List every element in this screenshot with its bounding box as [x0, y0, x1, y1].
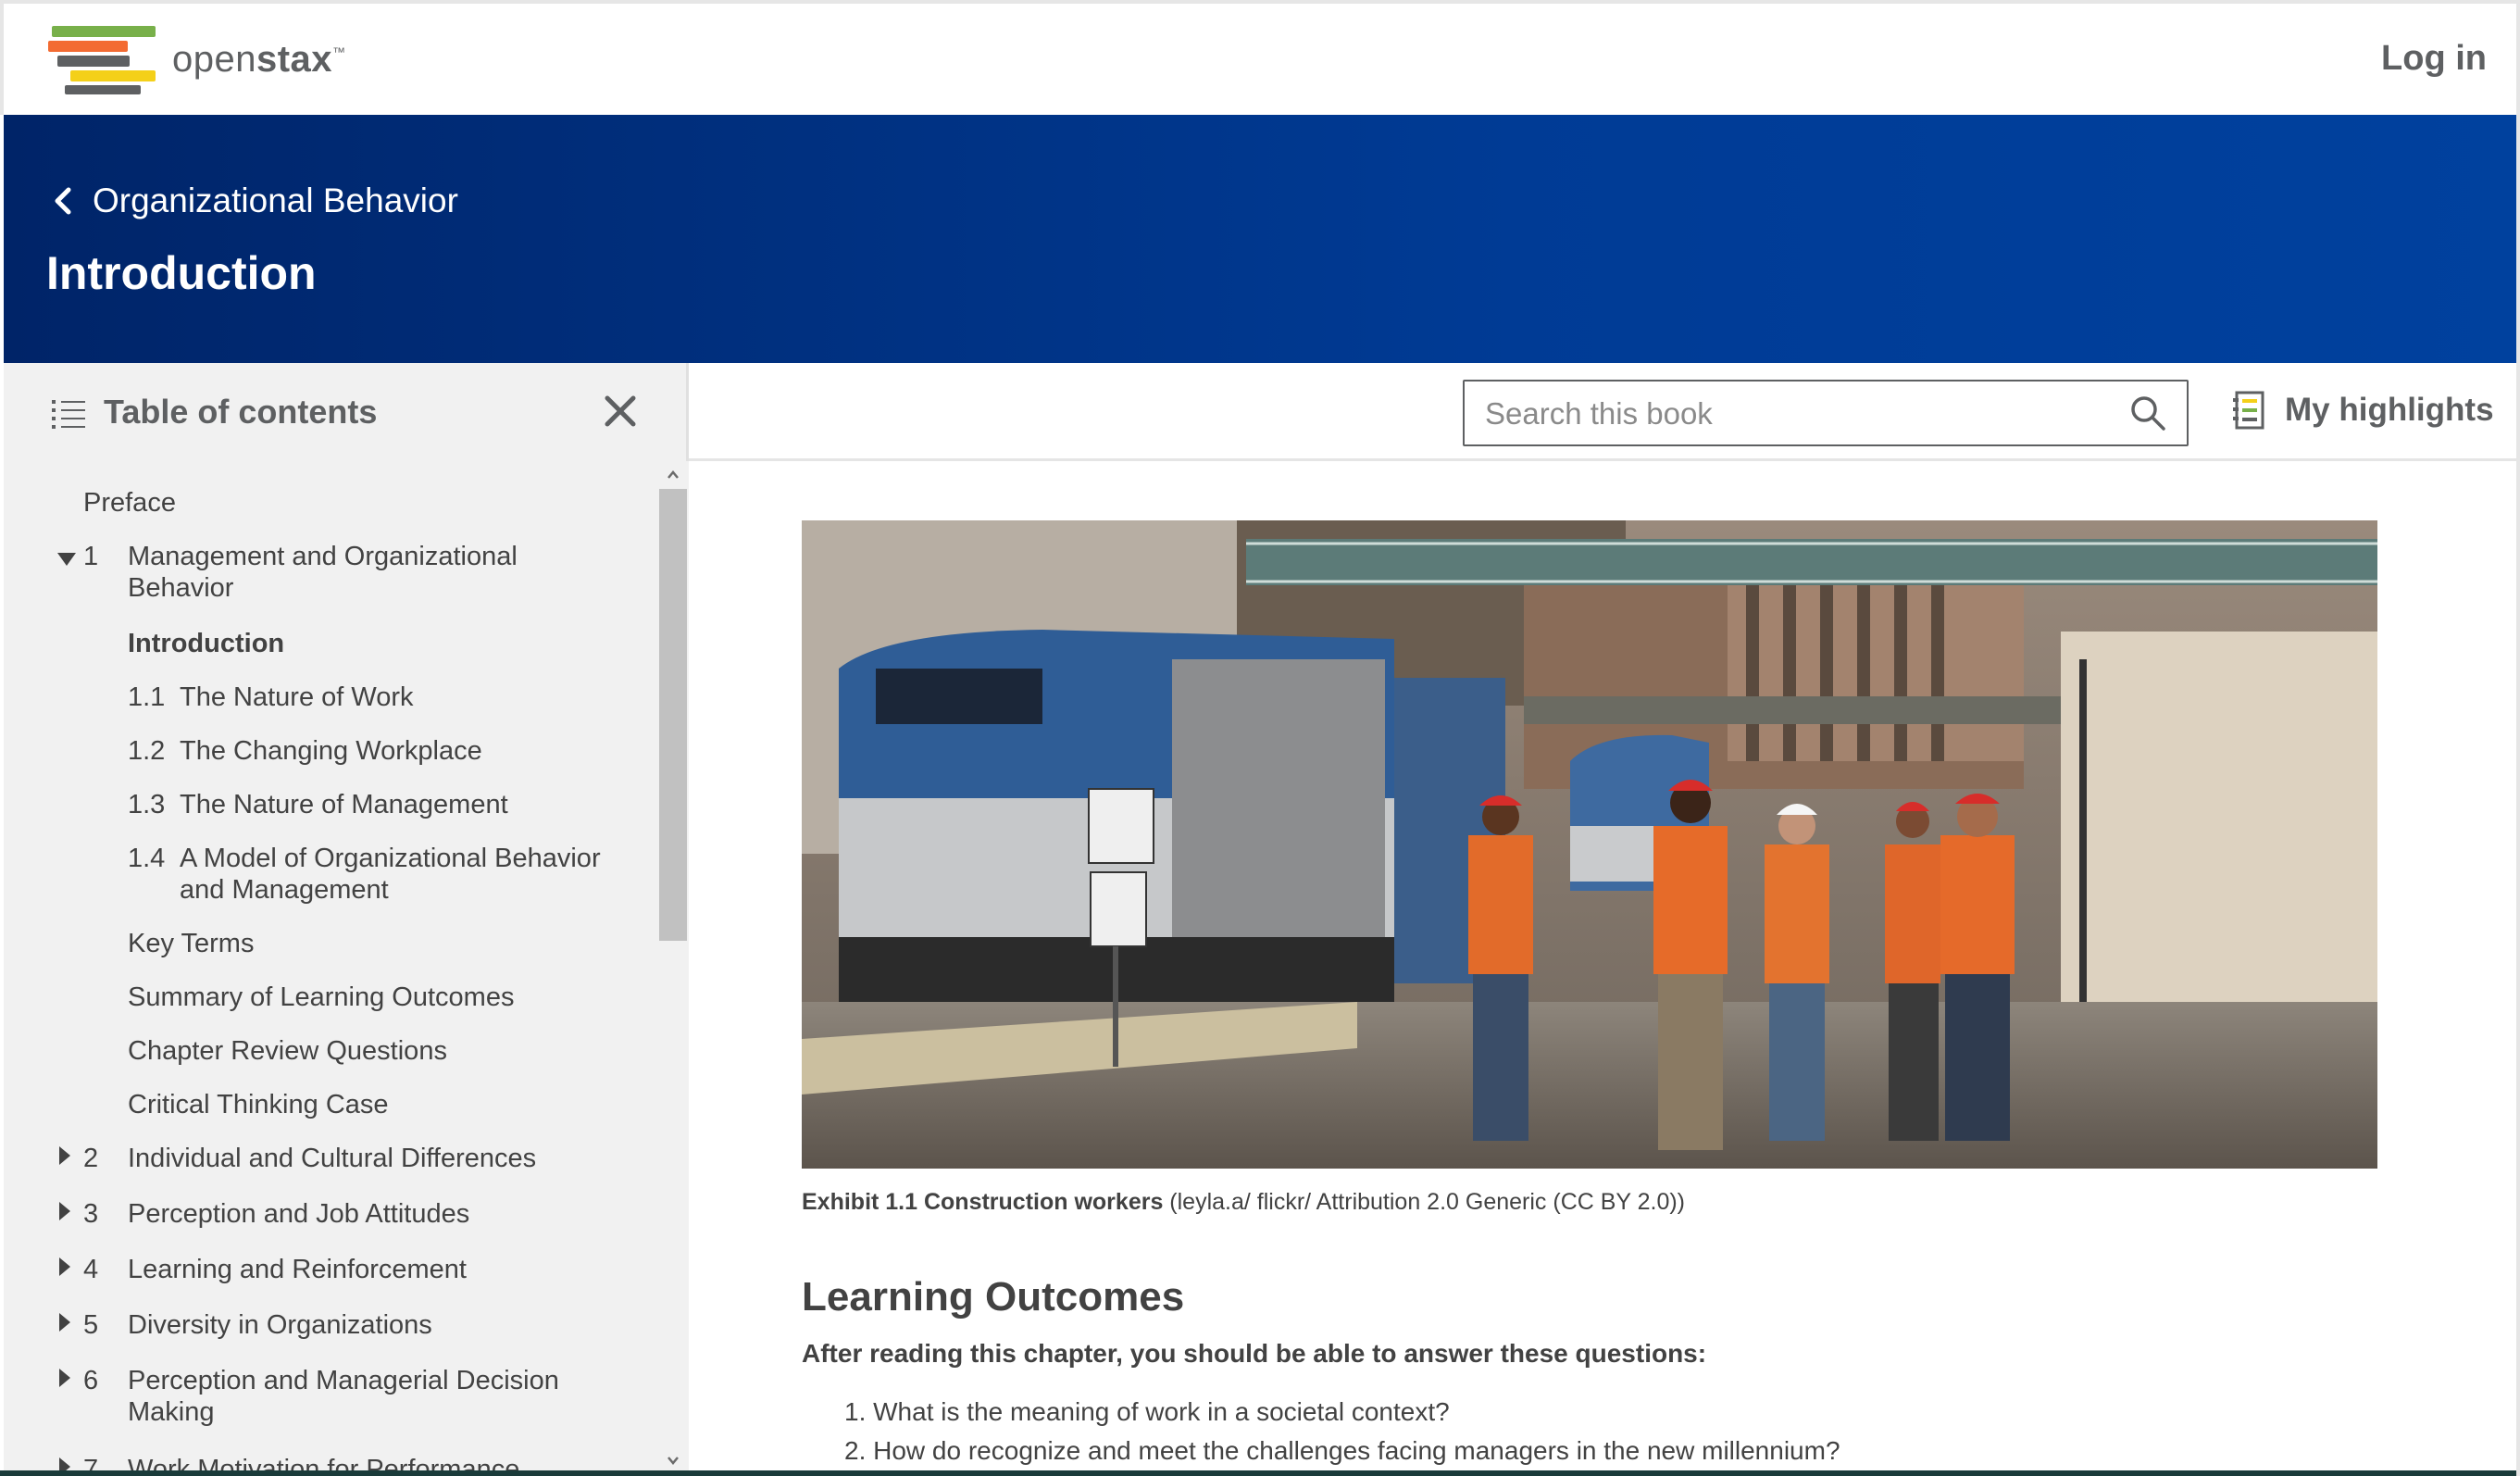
- toc-header: Table of contents: [4, 363, 689, 461]
- highlights-icon: [2233, 391, 2264, 430]
- logo-text-open: open: [172, 39, 256, 80]
- caret-down-icon[interactable]: [57, 553, 76, 566]
- caption-title: Exhibit 1.1 Construction workers: [802, 1189, 1164, 1215]
- list-icon: [52, 400, 85, 429]
- toc-item-label-cont: Making: [128, 1397, 215, 1427]
- learning-outcomes-intro: After reading this chapter, you should b…: [802, 1339, 1707, 1368]
- toc-item-label: Individual and Cultural Differences: [128, 1144, 537, 1173]
- toc-chapter-4[interactable]: 4 Learning and Reinforcement: [83, 1254, 602, 1285]
- toc-item-label: Management and Organizational: [128, 542, 518, 571]
- toc-chapter-5[interactable]: 5 Diversity in Organizations: [83, 1309, 602, 1341]
- toc-item-label: Learning and Reinforcement: [128, 1255, 467, 1284]
- toc-section-1-1[interactable]: 1.1 The Nature of Work: [128, 682, 609, 713]
- list-item: 2. How do recognize and meet the challen…: [844, 1436, 1840, 1465]
- toc-section-1-2[interactable]: 1.2 The Changing Workplace: [128, 735, 609, 767]
- learning-outcomes-heading: Learning Outcomes: [802, 1274, 1185, 1320]
- learning-outcomes-list: 1. What is the meaning of work in a soci…: [844, 1393, 1840, 1470]
- toc-item-number: 1: [83, 542, 99, 571]
- search-input[interactable]: [1485, 391, 2115, 437]
- caret-right-icon[interactable]: [59, 1313, 70, 1332]
- chevron-left-icon: [55, 187, 71, 215]
- toc-item-label-cont: Behavior: [128, 573, 234, 603]
- content-toolbar: My highlights: [689, 363, 2516, 461]
- close-icon[interactable]: [602, 393, 639, 430]
- toc-item-number: 6: [83, 1366, 99, 1395]
- toc-item-number: 1.1: [128, 682, 166, 712]
- toc-item-label: Chapter Review Questions: [128, 1036, 447, 1066]
- toc-sidebar: Table of contents Preface 1 Management a…: [4, 363, 689, 1476]
- toc-item-number: 4: [83, 1255, 99, 1284]
- book-title-link[interactable]: Organizational Behavior: [46, 181, 458, 220]
- toc-item-label: Introduction: [128, 629, 285, 658]
- toc-item-label: The Nature of Management: [180, 790, 508, 819]
- toc-chapter-1[interactable]: 1 Management and Organizational Behavior: [83, 541, 602, 604]
- toc-item-number: 5: [83, 1310, 99, 1340]
- search-icon[interactable]: [2129, 394, 2166, 432]
- list-item: 1. What is the meaning of work in a soci…: [844, 1397, 1450, 1426]
- scroll-down-arrow-icon[interactable]: [665, 1452, 681, 1469]
- toc-item-number: 1.2: [128, 736, 166, 766]
- toc-item-number: 1.3: [128, 790, 166, 819]
- scroll-up-arrow-icon[interactable]: [665, 467, 681, 483]
- page-title: Introduction: [46, 247, 317, 299]
- caption-credit: (leyla.a/ flickr/ Attribution 2.0 Generi…: [1163, 1189, 1685, 1215]
- login-link[interactable]: Log in: [2381, 39, 2487, 79]
- book-banner: Organizational Behavior Introduction: [4, 115, 2516, 363]
- toc-chapter-6[interactable]: 6 Perception and Managerial Decision Mak…: [83, 1365, 620, 1428]
- caret-right-icon[interactable]: [59, 1369, 70, 1387]
- toc-item-number: 3: [83, 1199, 99, 1229]
- caret-right-icon[interactable]: [59, 1146, 70, 1165]
- toc-item-label: Preface: [83, 488, 176, 518]
- top-navbar: openstax™ Log in: [0, 0, 2520, 115]
- caret-right-icon[interactable]: [59, 1202, 70, 1220]
- toc-item-label-cont: and Management: [180, 875, 389, 905]
- toc-item-label: Key Terms: [128, 929, 255, 958]
- my-highlights-label: My highlights: [2285, 392, 2494, 428]
- toc-section-1-3[interactable]: 1.3 The Nature of Management: [128, 789, 609, 820]
- exhibit-photo: [802, 520, 2377, 1169]
- toc-item-label: Critical Thinking Case: [128, 1090, 389, 1120]
- toc-item-label: Perception and Managerial Decision: [128, 1366, 559, 1395]
- window-bottom-edge: [0, 1470, 2520, 1476]
- toc-item-label: The Nature of Work: [180, 682, 414, 712]
- toc-list: Preface 1 Management and Organizational …: [4, 461, 689, 1476]
- my-highlights-button[interactable]: My highlights: [2233, 391, 2494, 430]
- openstax-logo[interactable]: openstax™: [48, 24, 354, 98]
- toc-title: Table of contents: [104, 393, 378, 431]
- toc-item-label: The Changing Workplace: [180, 736, 482, 766]
- toc-item-number: 2: [83, 1144, 99, 1173]
- book-title: Organizational Behavior: [93, 181, 458, 219]
- scrollbar-thumb[interactable]: [659, 489, 687, 941]
- search-box[interactable]: [1463, 380, 2189, 446]
- toc-chapter-2[interactable]: 2 Individual and Cultural Differences: [83, 1143, 602, 1174]
- toc-item-label: Perception and Job Attitudes: [128, 1199, 470, 1229]
- toc-chapter-3[interactable]: 3 Perception and Job Attitudes: [83, 1198, 602, 1230]
- logo-text-stax: stax: [256, 39, 333, 80]
- window-right-edge: [2516, 0, 2520, 1476]
- exhibit-caption: Exhibit 1.1 Construction workers (leyla.…: [802, 1189, 1685, 1216]
- toc-scrollbar[interactable]: [655, 461, 689, 1476]
- toc-item-number: 1.4: [128, 844, 166, 873]
- toc-section-1-4[interactable]: 1.4 A Model of Organizational Behavior a…: [128, 843, 628, 906]
- toc-item-label: Summary of Learning Outcomes: [128, 982, 515, 1012]
- logo-wordmark: openstax™: [172, 39, 346, 81]
- toc-item-label: A Model of Organizational Behavior: [180, 844, 601, 873]
- toc-item-label: Diversity in Organizations: [128, 1310, 432, 1340]
- caret-right-icon[interactable]: [59, 1257, 70, 1276]
- main-content: Exhibit 1.1 Construction workers (leyla.…: [689, 461, 2516, 1470]
- logo-trademark: ™: [332, 44, 346, 59]
- openstax-logo-icon: [48, 26, 156, 94]
